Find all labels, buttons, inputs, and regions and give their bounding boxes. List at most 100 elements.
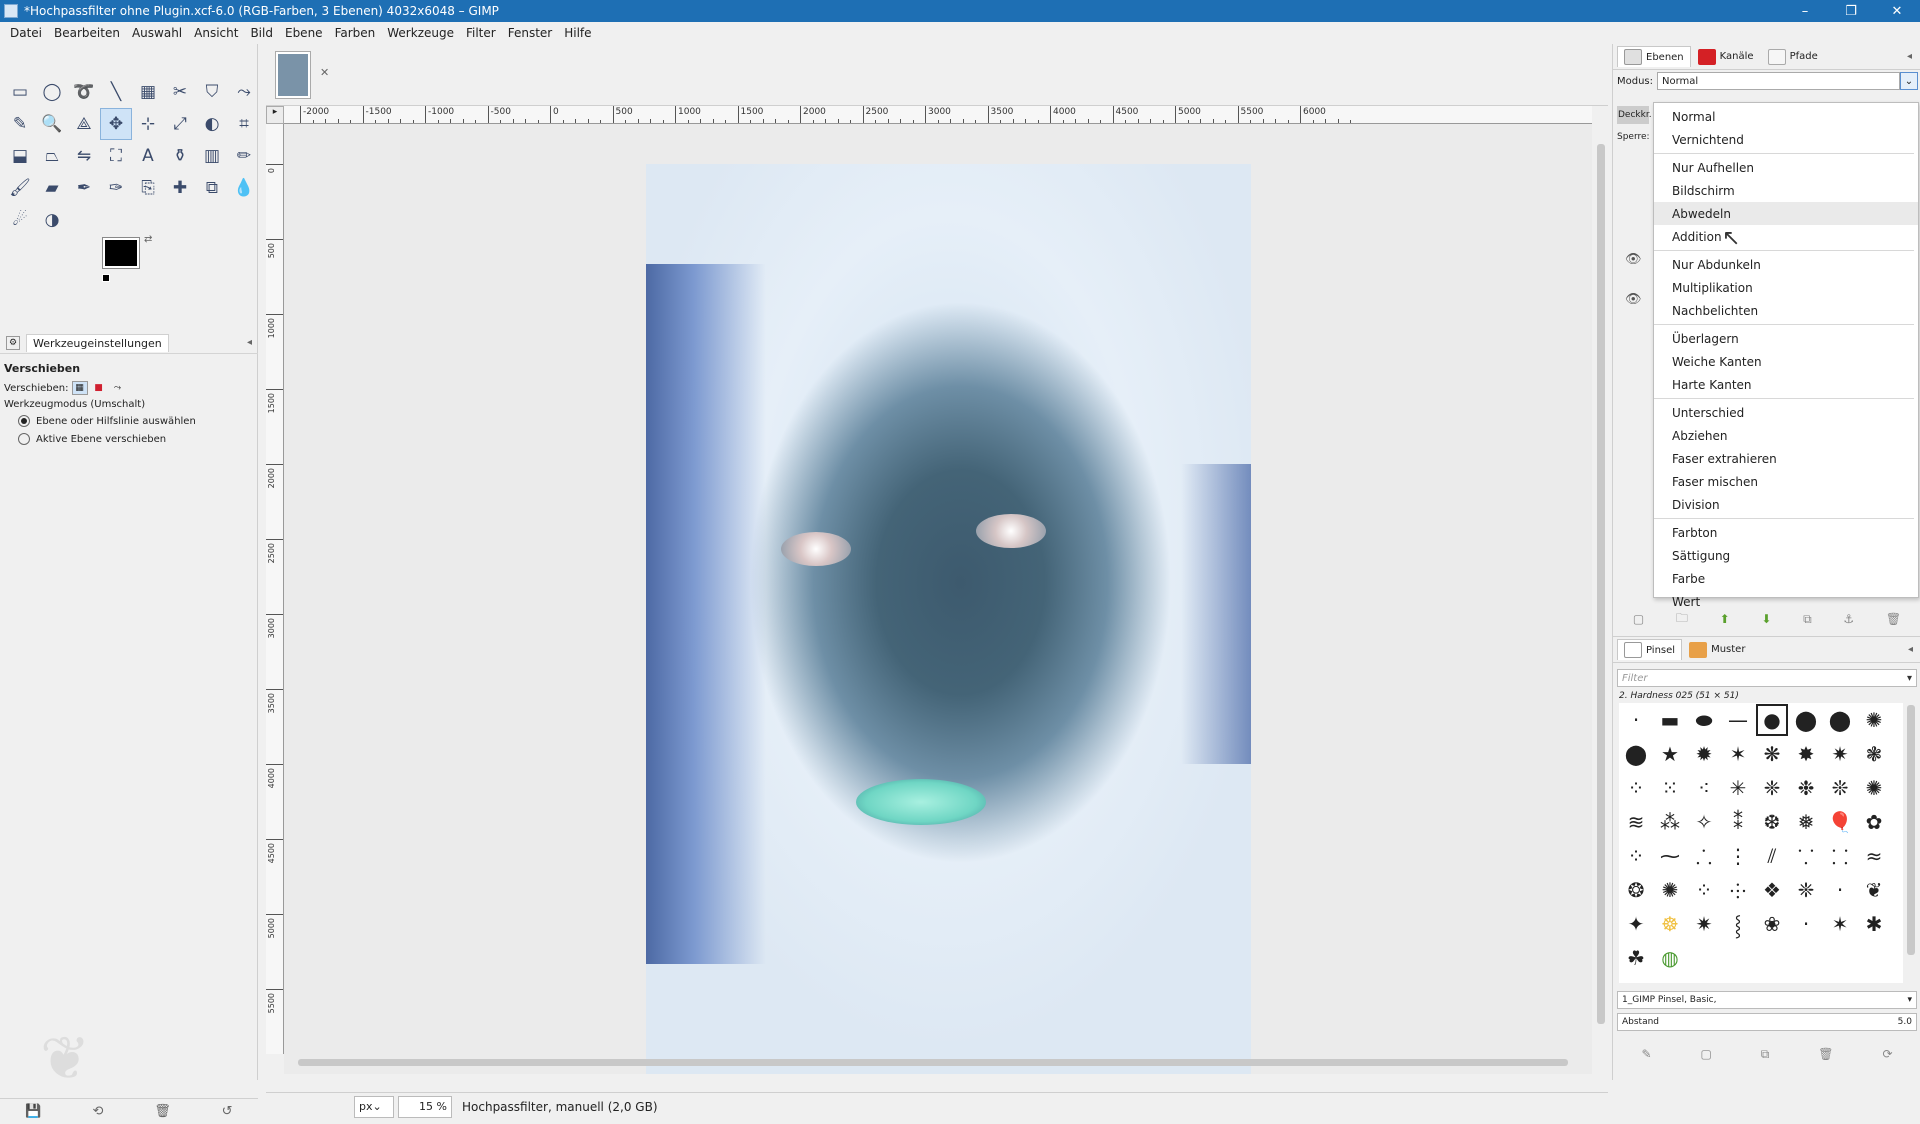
fg-bg-colors[interactable]: ⇄: [100, 234, 160, 284]
brush-preview-icon[interactable]: ·: [1619, 703, 1653, 737]
brush-preview-icon[interactable]: ⁘: [1619, 771, 1653, 805]
ellipse-select-icon[interactable]: ◯: [36, 76, 68, 108]
brush-preview-icon[interactable]: ✺: [1857, 703, 1891, 737]
raise-layer-icon[interactable]: ⬆: [1720, 612, 1730, 626]
menu-bearbeiten[interactable]: Bearbeiten: [48, 26, 126, 40]
close-button[interactable]: ✕: [1874, 0, 1920, 22]
delete-options-icon[interactable]: 🗑: [154, 1104, 171, 1119]
heal-icon[interactable]: ✚: [164, 172, 196, 204]
brush-preview-icon[interactable]: ⁓: [1653, 839, 1687, 873]
image-tab-thumbnail[interactable]: [275, 51, 311, 99]
restore-options-icon[interactable]: ⟲: [92, 1104, 103, 1119]
brush-preview-icon[interactable]: ⬬: [1687, 703, 1721, 737]
menu-farben[interactable]: Farben: [329, 26, 382, 40]
brush-preview-icon[interactable]: ❈: [1755, 771, 1789, 805]
ink-icon[interactable]: ✑: [100, 172, 132, 204]
brush-tag-select[interactable]: 1_GIMP Pinsel, Basic, ▾: [1617, 991, 1917, 1009]
brush-preview-icon[interactable]: ✧: [1687, 805, 1721, 839]
brush-scrollbar[interactable]: [1905, 703, 1917, 983]
blur-icon[interactable]: 💧: [228, 172, 260, 204]
brush-scroll-thumb[interactable]: [1907, 705, 1915, 955]
panel-menu-icon[interactable]: ◂: [247, 337, 252, 348]
zoom-icon[interactable]: 🔍: [36, 108, 68, 140]
brush-preview-icon[interactable]: ✺: [1857, 771, 1891, 805]
mode-menu-item[interactable]: Addition: [1654, 225, 1918, 248]
menu-ebene[interactable]: Ebene: [279, 26, 329, 40]
eraser-icon[interactable]: ▰: [36, 172, 68, 204]
mode-menu-item[interactable]: Harte Kanten: [1654, 373, 1918, 396]
brush-preview-icon[interactable]: ✿: [1857, 805, 1891, 839]
inverted-portrait-image[interactable]: [646, 164, 1251, 1074]
radio-move-active-dot[interactable]: [18, 433, 30, 445]
foreground-color-swatch[interactable]: [102, 237, 140, 269]
brush-preview-icon[interactable]: ✹: [1687, 737, 1721, 771]
menu-werkzeuge[interactable]: Werkzeuge: [381, 26, 460, 40]
mode-menu-item[interactable]: Bildschirm: [1654, 179, 1918, 202]
mode-menu-item[interactable]: Normal: [1654, 105, 1918, 128]
mode-menu-item[interactable]: Nur Aufhellen: [1654, 156, 1918, 179]
mode-menu-item[interactable]: Weiche Kanten: [1654, 350, 1918, 373]
maximize-button[interactable]: ❐: [1828, 0, 1874, 22]
mode-menu-item[interactable]: Unterschied: [1654, 401, 1918, 424]
close-image-tab-icon[interactable]: ✕: [320, 66, 329, 79]
transform-icon[interactable]: ⤢: [164, 108, 196, 140]
layer-visibility-eye-icon[interactable]: 👁: [1625, 292, 1642, 307]
brush-preview-icon[interactable]: ★: [1653, 737, 1687, 771]
brush-preview-icon[interactable]: ✱: [1857, 907, 1891, 941]
mode-select[interactable]: Normal: [1657, 72, 1900, 90]
perspective-clone-icon[interactable]: ⧉: [196, 172, 228, 204]
save-options-icon[interactable]: 💾: [25, 1104, 41, 1119]
brush-preview-icon[interactable]: ⸬: [1823, 839, 1857, 873]
menu-datei[interactable]: Datei: [4, 26, 48, 40]
brush-preview-icon[interactable]: ❅: [1789, 805, 1823, 839]
brush-preview-icon[interactable]: ⁙: [1653, 771, 1687, 805]
vertical-scroll-thumb[interactable]: [1597, 144, 1605, 1024]
brush-preview-icon[interactable]: ▬: [1653, 703, 1687, 737]
dodge-burn-icon[interactable]: ◑: [36, 204, 68, 236]
brush-preview-icon[interactable]: ✷: [1823, 737, 1857, 771]
delete-layer-icon[interactable]: 🗑: [1886, 612, 1901, 626]
brush-preview-icon[interactable]: ⸪: [1789, 839, 1823, 873]
flip-icon[interactable]: ⇋: [68, 140, 100, 172]
brush-preview-icon[interactable]: —: [1721, 703, 1755, 737]
opacity-label[interactable]: Deckkr.: [1617, 106, 1652, 124]
perspective-icon[interactable]: ⬓: [4, 140, 36, 172]
mode-menu-item[interactable]: Nachbelichten: [1654, 299, 1918, 322]
move-selection-icon[interactable]: ■: [91, 381, 107, 395]
radio-pick-layer-dot[interactable]: [18, 415, 30, 427]
menu-fenster[interactable]: Fenster: [502, 26, 559, 40]
menu-auswahl[interactable]: Auswahl: [126, 26, 188, 40]
edit-brush-icon[interactable]: ✎: [1641, 1047, 1651, 1062]
ruler-corner-icon[interactable]: ▸: [266, 106, 284, 124]
brush-filter-input[interactable]: Filter ▾: [1617, 669, 1917, 687]
mode-menu-item[interactable]: Abwedeln: [1654, 202, 1918, 225]
clone-icon[interactable]: ⎘: [132, 172, 164, 204]
brush-preview-icon[interactable]: ☘: [1619, 941, 1653, 975]
brush-preview-icon[interactable]: ⸭: [1721, 873, 1755, 907]
airbrush-icon[interactable]: ✒: [68, 172, 100, 204]
mode-menu-item[interactable]: Überlagern: [1654, 327, 1918, 350]
lower-layer-icon[interactable]: ⬇: [1761, 612, 1771, 626]
measure-icon[interactable]: ⟁: [68, 108, 100, 140]
duplicate-brush-icon[interactable]: ⧉: [1761, 1047, 1770, 1062]
menu-ansicht[interactable]: Ansicht: [188, 26, 244, 40]
layer-visibility-eye-icon[interactable]: 👁: [1625, 252, 1642, 267]
brush-preview-icon[interactable]: ·: [1823, 873, 1857, 907]
cage-icon[interactable]: ⛶: [100, 140, 132, 172]
shear-icon[interactable]: ⏢: [36, 140, 68, 172]
menu-hilfe[interactable]: Hilfe: [558, 26, 597, 40]
mode-menu-item[interactable]: Abziehen: [1654, 424, 1918, 447]
text-icon[interactable]: A: [132, 140, 164, 172]
tab-layers[interactable]: Ebenen: [1617, 46, 1691, 67]
brush-preview-icon[interactable]: ✷: [1687, 907, 1721, 941]
brush-preview-icon[interactable]: ❊: [1823, 771, 1857, 805]
spacing-slider[interactable]: Abstand 5.0: [1617, 1013, 1917, 1031]
smudge-icon[interactable]: ☄: [4, 204, 36, 236]
reset-options-icon[interactable]: ↺: [222, 1104, 233, 1119]
mode-menu-item[interactable]: Faser mischen: [1654, 470, 1918, 493]
mode-menu-item[interactable]: Multiplikation: [1654, 276, 1918, 299]
brush-preview-icon[interactable]: ⬤: [1823, 703, 1857, 737]
brush-preview-icon[interactable]: ❀: [1755, 907, 1789, 941]
mode-menu-item[interactable]: Sättigung: [1654, 544, 1918, 567]
brush-preview-icon[interactable]: ⁘: [1619, 839, 1653, 873]
